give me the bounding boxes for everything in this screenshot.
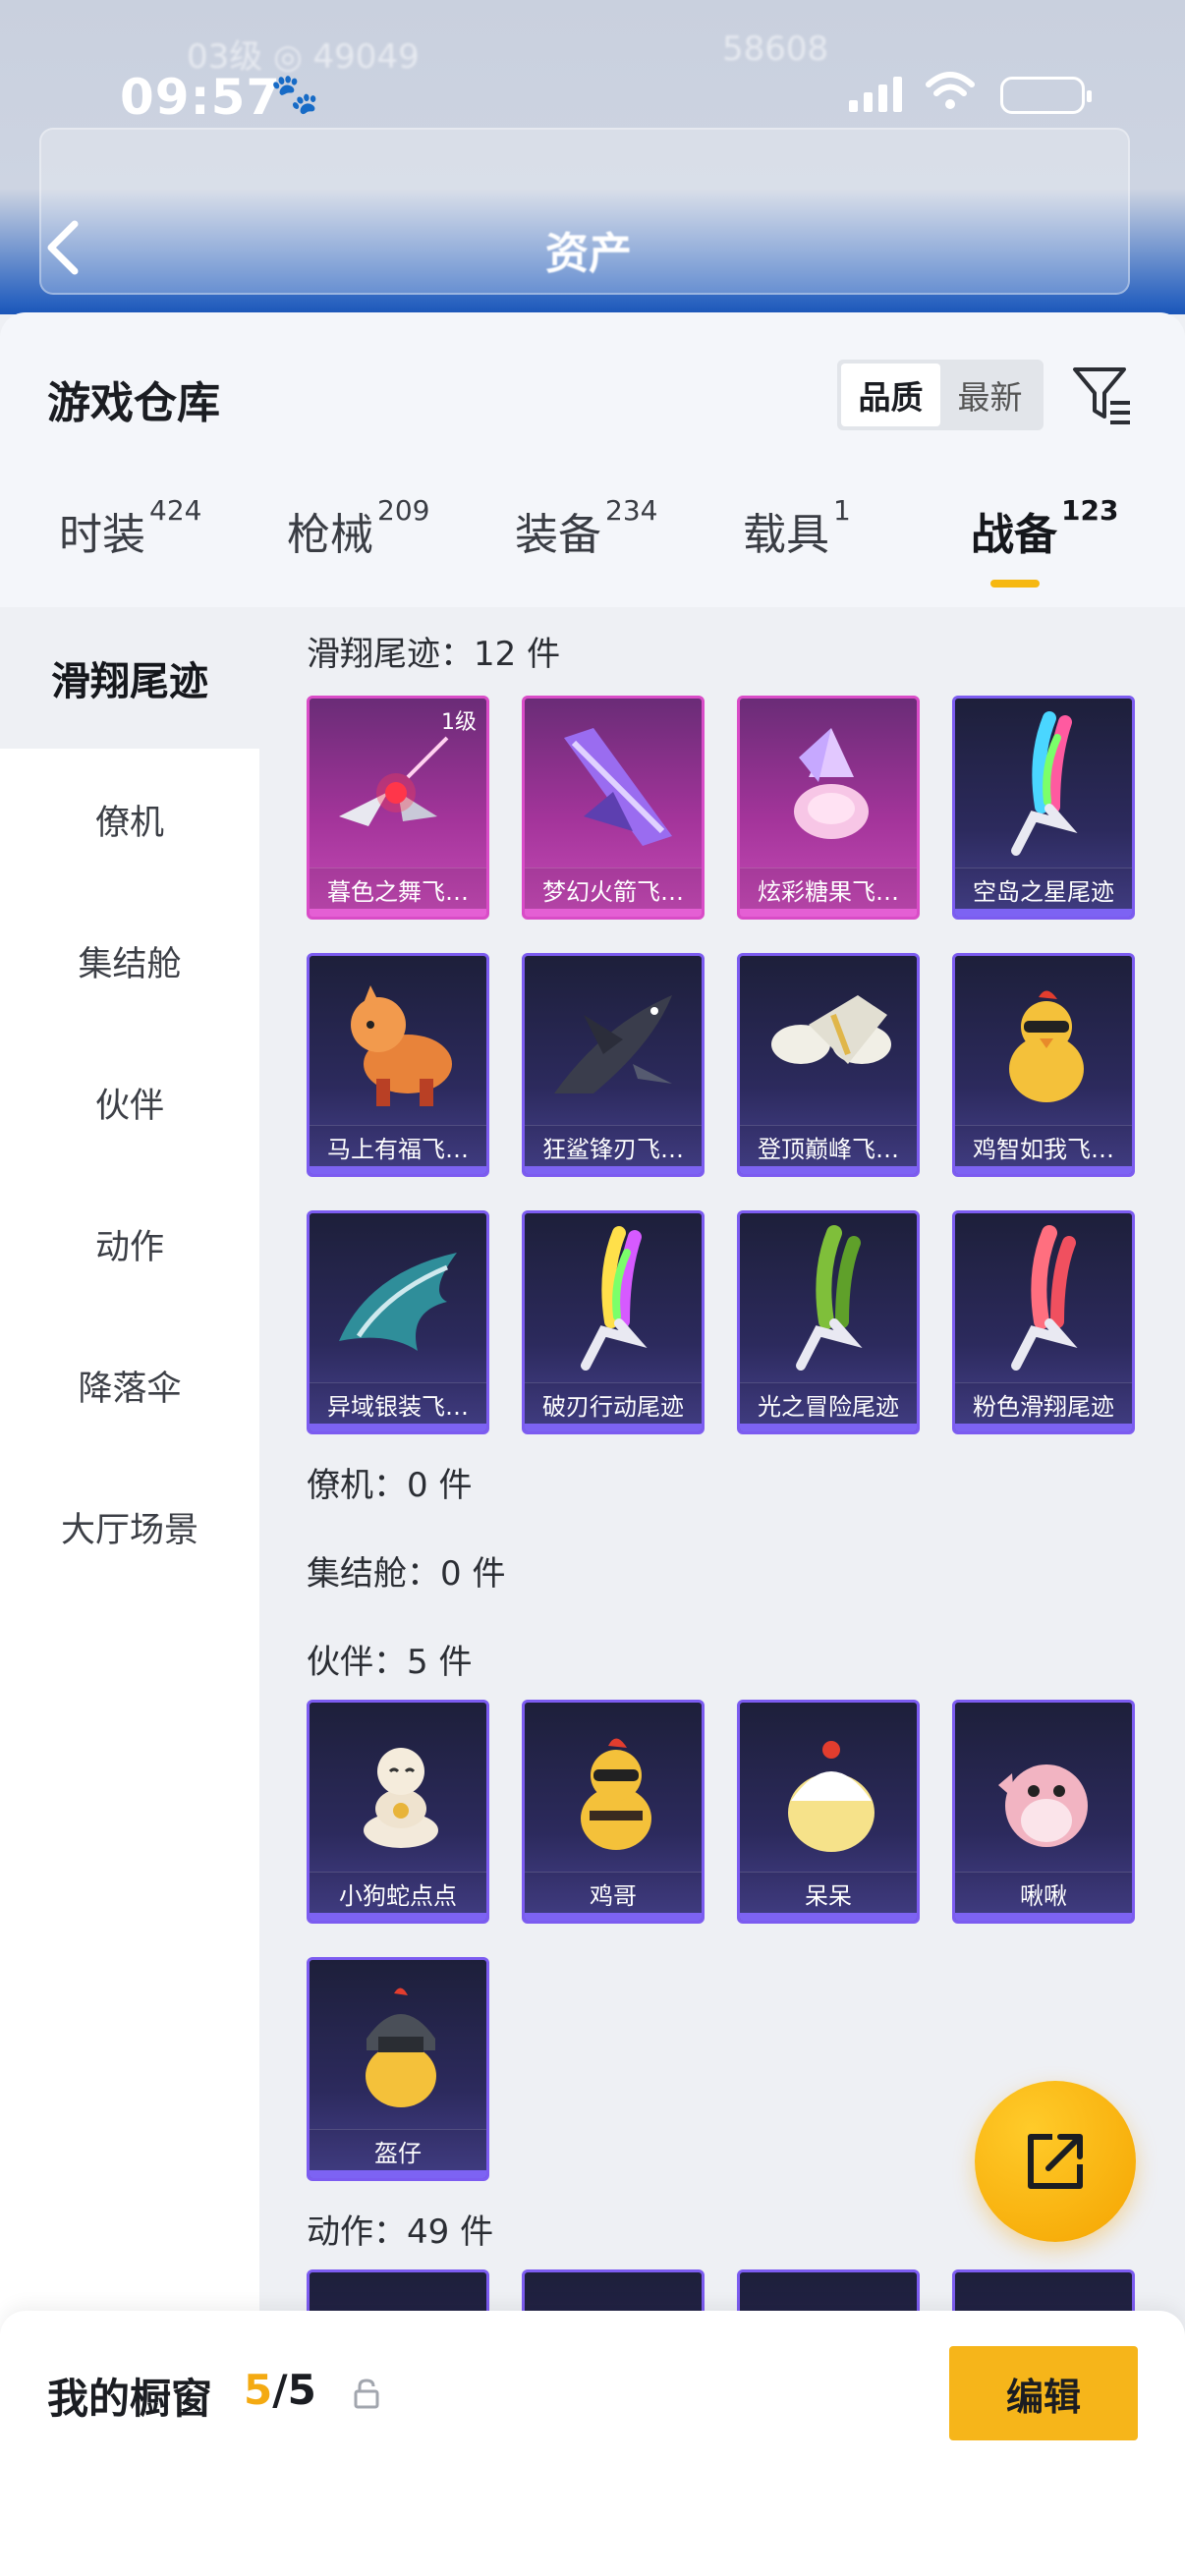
rarity-bar — [740, 909, 917, 917]
sheet-title: 游戏仓库 — [47, 378, 220, 428]
rarity-bar — [310, 1424, 486, 1431]
sort-toggle: 品质 最新 — [837, 360, 1044, 430]
sort-quality-button[interactable]: 品质 — [841, 364, 940, 426]
showcase-count: 5/5 — [244, 2366, 316, 2414]
back-icon[interactable] — [41, 218, 85, 277]
rarity-bar — [310, 1913, 486, 1921]
item-card[interactable]: 呆呆 — [737, 1700, 920, 1924]
rarity-bar — [955, 1424, 1132, 1431]
shark-icon — [554, 995, 672, 1093]
tab-active-indicator — [990, 580, 1040, 588]
candy-icon — [794, 728, 869, 839]
rarity-bar — [955, 1913, 1132, 1921]
sidebar-item-parachute[interactable]: 降落伞 — [0, 1315, 259, 1456]
item-card[interactable]: 盔仔 — [307, 1957, 489, 2181]
item-card[interactable]: 小狗蛇点点 — [307, 1700, 489, 1924]
horse-icon — [351, 985, 452, 1106]
background-header: 03级 ◎ 49049 58608 09:57 🐾 资产 — [0, 0, 1185, 314]
rarity-bar — [740, 1166, 917, 1174]
rarity-bar — [955, 1166, 1132, 1174]
warehouse-sheet: 游戏仓库 品质 最新 时装 424 枪械 209 装备 234 载具 1 战备 123 滑… — [0, 312, 1185, 2576]
category-tabs: 时装 424 枪械 209 装备 234 载具 1 战备 123 — [0, 494, 1185, 607]
jet-icon — [771, 995, 891, 1064]
battery-icon — [1000, 77, 1092, 114]
item-card[interactable]: 光之冒险尾迹 — [737, 1210, 920, 1434]
lock-icon — [354, 2379, 379, 2409]
item-card[interactable]: 鸡智如我飞… — [952, 953, 1135, 1177]
sidebar-item-lobby-scene[interactable]: 大厅场景 — [0, 1456, 259, 1597]
filter-icon[interactable] — [1071, 364, 1134, 428]
item-card[interactable]: 狂鲨锋刃飞… — [522, 953, 705, 1177]
rarity-bar — [310, 909, 486, 917]
pink-bird-icon — [998, 1764, 1088, 1847]
rarity-bar — [525, 1166, 702, 1174]
green-smoke-icon — [796, 1225, 863, 1371]
item-card[interactable]: 啾啾 — [952, 1700, 1135, 1924]
rarity-bar — [310, 1166, 486, 1174]
rarity-bar — [310, 2170, 486, 2178]
tab-fashion[interactable]: 时装 424 — [59, 494, 201, 562]
item-content: 滑翔尾迹：12 件 1级 暮色之舞飞… 梦幻火箭飞… 炫彩糖果飞… 空岛之星尾迹… — [259, 607, 1185, 2576]
item-card[interactable]: 马上有福飞… — [307, 953, 489, 1177]
level-badge: 1级 — [441, 710, 477, 735]
share-button[interactable] — [975, 2081, 1136, 2242]
section-title-glide-trail: 滑翔尾迹：12 件 — [307, 635, 561, 674]
section-title-emote: 动作：49 件 — [307, 2212, 494, 2252]
snake-icon — [364, 1748, 438, 1848]
helmet-chick-icon — [366, 1988, 436, 2107]
section-title-wingman: 僚机：0 件 — [307, 1466, 473, 1505]
rarity-bar — [955, 909, 1132, 917]
tab-vehicles[interactable]: 载具 1 — [743, 494, 851, 562]
sidebar-item-emote[interactable]: 动作 — [0, 1173, 259, 1315]
item-card[interactable]: 粉色滑翔尾迹 — [952, 1210, 1135, 1434]
item-card[interactable]: 登顶巅峰飞… — [737, 953, 920, 1177]
blurred-text: 58608 — [722, 29, 829, 69]
pink-smoke-icon — [1011, 1225, 1078, 1371]
item-card[interactable]: 炫彩糖果飞… — [737, 696, 920, 920]
item-card[interactable]: 破刃行动尾迹 — [522, 1210, 705, 1434]
chicken-sunglasses-icon — [581, 1738, 651, 1850]
item-card[interactable]: 1级 暮色之舞飞… — [307, 696, 489, 920]
sidebar-item-partner[interactable]: 伙伴 — [0, 1032, 259, 1173]
sort-newest-button[interactable]: 最新 — [940, 364, 1040, 426]
chick-icon — [788, 1741, 875, 1852]
rocket-wing-icon — [564, 728, 672, 846]
sidebar-item-glide-trail[interactable]: 滑翔尾迹 — [0, 607, 259, 749]
showcase-title: 我的橱窗 — [47, 2375, 213, 2423]
rainbow-smoke-icon — [581, 1226, 648, 1371]
status-time: 09:57 — [120, 69, 282, 126]
tab-battle-prep[interactable]: 战备 123 — [971, 494, 1118, 562]
rarity-bar — [740, 1424, 917, 1431]
item-card[interactable]: 异域银装飞… — [307, 1210, 489, 1434]
paw-icon: 🐾 — [270, 72, 319, 117]
section-title-partner: 伙伴：5 件 — [307, 1643, 473, 1682]
tab-guns[interactable]: 枪械 209 — [287, 494, 429, 562]
rarity-bar — [740, 1913, 917, 1921]
showcase-bar: 我的橱窗 5/5 编辑 — [0, 2311, 1185, 2576]
tab-equipment[interactable]: 装备 234 — [515, 494, 657, 562]
wifi-icon — [926, 72, 975, 109]
rarity-bar — [525, 909, 702, 917]
dragon-wing-icon — [339, 1253, 457, 1351]
edit-button[interactable]: 编辑 — [949, 2346, 1138, 2440]
category-sidebar: 滑翔尾迹 僚机 集结舱 伙伴 动作 降落伞 大厅场景 — [0, 607, 259, 2576]
sidebar-item-wingman[interactable]: 僚机 — [0, 749, 259, 890]
signal-icon — [849, 77, 902, 112]
sidebar-item-pod[interactable]: 集结舱 — [0, 890, 259, 1032]
share-icon — [1028, 2134, 1083, 2189]
rainbow-smoke-icon — [1011, 711, 1078, 856]
section-title-pod: 集结舱：0 件 — [307, 1554, 506, 1594]
item-card[interactable]: 空岛之星尾迹 — [952, 696, 1135, 920]
item-card[interactable]: 鸡哥 — [522, 1700, 705, 1924]
rarity-bar — [525, 1913, 702, 1921]
chicken-icon — [1009, 990, 1084, 1102]
rarity-bar — [525, 1424, 702, 1431]
item-card[interactable]: 梦幻火箭飞… — [522, 696, 705, 920]
page-title: 资产 — [545, 229, 632, 279]
